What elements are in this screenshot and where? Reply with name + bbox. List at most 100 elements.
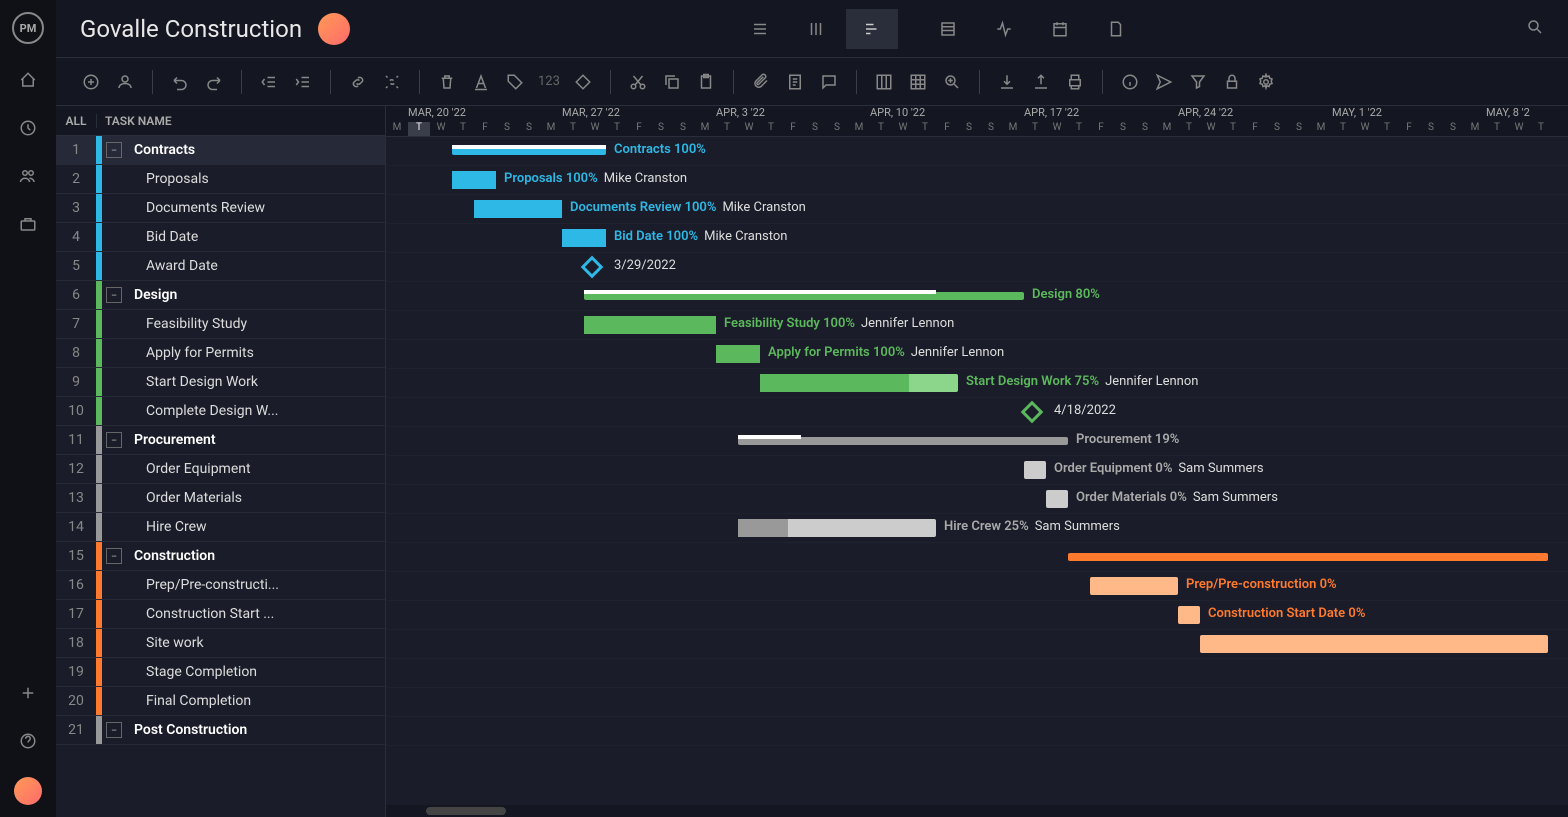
view-list-icon[interactable] bbox=[734, 9, 786, 49]
task-row[interactable]: 20Final Completion bbox=[56, 687, 385, 716]
view-sheet-icon[interactable] bbox=[922, 9, 974, 49]
task-row[interactable]: 3Documents Review bbox=[56, 194, 385, 223]
gantt-row[interactable]: Design 80% bbox=[386, 282, 1568, 311]
milestone-marker[interactable] bbox=[1021, 401, 1044, 424]
gantt-bar[interactable] bbox=[738, 437, 1068, 445]
task-row[interactable]: 12Order Equipment bbox=[56, 455, 385, 484]
task-row[interactable]: 5Award Date bbox=[56, 252, 385, 281]
task-row[interactable]: 16Prep/Pre-constructi... bbox=[56, 571, 385, 600]
briefcase-icon[interactable] bbox=[16, 212, 40, 236]
settings-icon[interactable] bbox=[1255, 71, 1277, 93]
task-row[interactable]: 21−Post Construction bbox=[56, 716, 385, 745]
gantt-row[interactable]: Bid Date 100%Mike Cranston bbox=[386, 224, 1568, 253]
gantt-bar[interactable] bbox=[1090, 577, 1178, 595]
gantt-row[interactable]: 3/29/2022 bbox=[386, 253, 1568, 282]
horizontal-scrollbar[interactable] bbox=[386, 805, 1568, 817]
task-row[interactable]: 2Proposals bbox=[56, 165, 385, 194]
gantt-row[interactable] bbox=[386, 717, 1568, 746]
scrollbar-thumb[interactable] bbox=[426, 807, 506, 815]
people-icon[interactable] bbox=[16, 164, 40, 188]
gantt-bar[interactable] bbox=[716, 345, 760, 363]
cut-icon[interactable] bbox=[627, 71, 649, 93]
collapse-icon[interactable]: − bbox=[106, 548, 122, 564]
collapse-icon[interactable]: − bbox=[106, 142, 122, 158]
gantt-bar[interactable] bbox=[1200, 635, 1548, 653]
link-icon[interactable] bbox=[347, 71, 369, 93]
gantt-row[interactable]: Documents Review 100%Mike Cranston bbox=[386, 195, 1568, 224]
gantt-row[interactable]: Apply for Permits 100%Jennifer Lennon bbox=[386, 340, 1568, 369]
gantt-row[interactable]: Contracts 100% bbox=[386, 137, 1568, 166]
gantt-body[interactable]: Contracts 100%Proposals 100%Mike Cransto… bbox=[386, 137, 1568, 817]
column-all[interactable]: ALL bbox=[56, 114, 96, 128]
gantt-row[interactable]: Hire Crew 25%Sam Summers bbox=[386, 514, 1568, 543]
task-row[interactable]: 13Order Materials bbox=[56, 484, 385, 513]
add-icon[interactable] bbox=[16, 681, 40, 705]
unlink-icon[interactable] bbox=[381, 71, 403, 93]
gantt-bar[interactable] bbox=[1178, 606, 1200, 624]
task-row[interactable]: 10Complete Design W... bbox=[56, 397, 385, 426]
indent-icon[interactable] bbox=[292, 71, 314, 93]
gantt-bar[interactable] bbox=[474, 200, 562, 218]
gantt-row[interactable] bbox=[386, 543, 1568, 572]
lock-icon[interactable] bbox=[1221, 71, 1243, 93]
columns-icon[interactable] bbox=[873, 71, 895, 93]
gantt-bar[interactable] bbox=[760, 374, 958, 392]
milestone-icon[interactable] bbox=[572, 71, 594, 93]
task-row[interactable]: 7Feasibility Study bbox=[56, 310, 385, 339]
gantt-bar[interactable] bbox=[1046, 490, 1068, 508]
collapse-icon[interactable]: − bbox=[106, 287, 122, 303]
add-task-icon[interactable] bbox=[80, 71, 102, 93]
view-file-icon[interactable] bbox=[1090, 9, 1142, 49]
zoom-icon[interactable] bbox=[941, 71, 963, 93]
task-row[interactable]: 14Hire Crew bbox=[56, 513, 385, 542]
column-task-name[interactable]: TASK NAME bbox=[96, 114, 385, 128]
gantt-row[interactable]: Proposals 100%Mike Cranston bbox=[386, 166, 1568, 195]
view-gantt-icon[interactable] bbox=[846, 9, 898, 49]
view-activity-icon[interactable] bbox=[978, 9, 1030, 49]
gantt-row[interactable]: Prep/Pre-construction 0% bbox=[386, 572, 1568, 601]
gantt-bar[interactable] bbox=[452, 147, 606, 155]
gantt-row[interactable]: 4/18/2022 bbox=[386, 398, 1568, 427]
task-row[interactable]: 17Construction Start ... bbox=[56, 600, 385, 629]
grid-icon[interactable] bbox=[907, 71, 929, 93]
gantt-row[interactable]: Procurement 19% bbox=[386, 427, 1568, 456]
gantt-bar[interactable] bbox=[562, 229, 606, 247]
task-row[interactable]: 1−Contracts bbox=[56, 136, 385, 165]
gantt-row[interactable]: Construction Start Date 0% bbox=[386, 601, 1568, 630]
collapse-icon[interactable]: − bbox=[106, 432, 122, 448]
send-icon[interactable] bbox=[1153, 71, 1175, 93]
gantt-bar[interactable] bbox=[1024, 461, 1046, 479]
print-icon[interactable] bbox=[1064, 71, 1086, 93]
paste-icon[interactable] bbox=[695, 71, 717, 93]
gantt-bar[interactable] bbox=[738, 519, 936, 537]
view-calendar-icon[interactable] bbox=[1034, 9, 1086, 49]
text-format-icon[interactable] bbox=[470, 71, 492, 93]
app-logo[interactable]: PM bbox=[12, 12, 44, 44]
tag-icon[interactable] bbox=[504, 71, 526, 93]
task-row[interactable]: 8Apply for Permits bbox=[56, 339, 385, 368]
clock-icon[interactable] bbox=[16, 116, 40, 140]
task-row[interactable]: 6−Design bbox=[56, 281, 385, 310]
undo-icon[interactable] bbox=[169, 71, 191, 93]
gantt-row[interactable] bbox=[386, 688, 1568, 717]
home-icon[interactable] bbox=[16, 68, 40, 92]
note-icon[interactable] bbox=[784, 71, 806, 93]
gantt-row[interactable]: Order Materials 0%Sam Summers bbox=[386, 485, 1568, 514]
gantt-row[interactable] bbox=[386, 630, 1568, 659]
copy-icon[interactable] bbox=[661, 71, 683, 93]
import-icon[interactable] bbox=[996, 71, 1018, 93]
gantt-row[interactable] bbox=[386, 659, 1568, 688]
task-row[interactable]: 15−Construction bbox=[56, 542, 385, 571]
delete-icon[interactable] bbox=[436, 71, 458, 93]
comment-icon[interactable] bbox=[818, 71, 840, 93]
gantt-bar[interactable] bbox=[584, 316, 716, 334]
task-row[interactable]: 9Start Design Work bbox=[56, 368, 385, 397]
filter-icon[interactable] bbox=[1187, 71, 1209, 93]
help-icon[interactable] bbox=[16, 729, 40, 753]
gantt-bar[interactable] bbox=[584, 292, 1024, 300]
view-board-icon[interactable] bbox=[790, 9, 842, 49]
user-avatar[interactable] bbox=[14, 777, 42, 805]
task-row[interactable]: 19Stage Completion bbox=[56, 658, 385, 687]
task-row[interactable]: 4Bid Date bbox=[56, 223, 385, 252]
assign-icon[interactable] bbox=[114, 71, 136, 93]
